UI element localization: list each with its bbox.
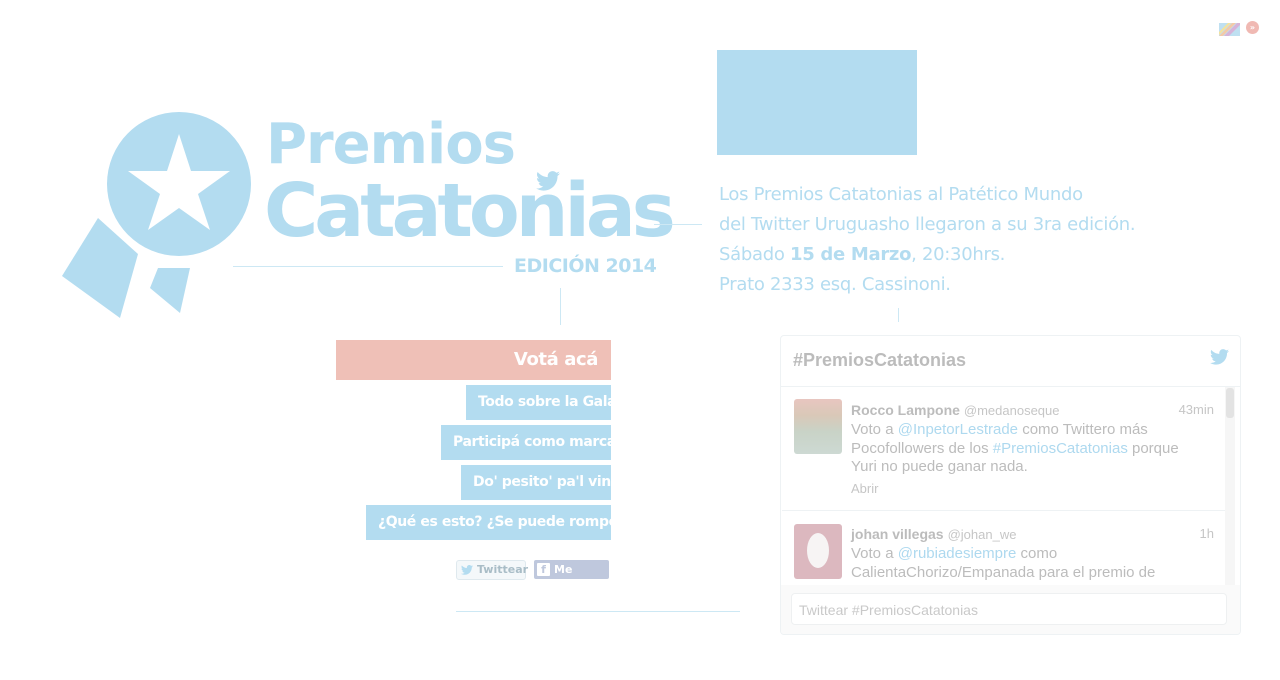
next-icon[interactable]: » (1246, 21, 1259, 34)
like-button-label: Me gusta (554, 563, 589, 595)
tweet-author[interactable]: Rocco Lampone @medanoseque (851, 402, 1060, 418)
author-handle[interactable]: @johan_we (948, 527, 1017, 542)
hashtag-link[interactable]: #PremiosCatatonias (993, 440, 1128, 457)
twitter-bird-icon (536, 171, 560, 191)
menu-item-about[interactable]: ¿Qué es esto? ¿Se puede romper? (366, 505, 632, 540)
tweet-text: Voto a @rubiadesiempre como CalientaChor… (851, 545, 1201, 582)
description-line: del Twitter Uruguasho llegaron a su 3ra … (719, 214, 1136, 235)
description-line: Los Premios Catatonias al Patético Mundo (719, 184, 1083, 205)
widget-footer: Twittear #PremiosCatatonias (781, 585, 1240, 634)
logo-edition-text: EDICIÓN 2014 (514, 255, 657, 277)
author-handle[interactable]: @medanoseque (964, 403, 1060, 418)
connector-line (898, 308, 899, 322)
vote-button[interactable]: Votá acá (336, 340, 611, 380)
tweet-button[interactable]: Twittear (456, 560, 529, 580)
menu-item-gala[interactable]: Todo sobre la Gala (466, 385, 617, 420)
twitter-widget: #PremiosCatatonias Rocco Lampone @medanos… (780, 335, 1241, 635)
author-name[interactable]: Rocco Lampone (851, 402, 960, 418)
menu-item-donate[interactable]: Do' pesito' pa'l vino (461, 465, 620, 500)
scrollbar-thumb[interactable] (1226, 388, 1234, 418)
widget-title[interactable]: #PremiosCatatonias (793, 350, 966, 371)
tweet: Rocco Lampone @medanoseque 43min Voto a @… (782, 387, 1226, 511)
description-date-line: Sábado 15 de Marzo, 20:30hrs. (719, 240, 1135, 270)
tweet-button-label: Twittear (477, 563, 529, 576)
connector-line (560, 288, 561, 325)
twitter-bird-icon[interactable] (1210, 349, 1229, 365)
scrollbar[interactable] (1225, 387, 1235, 585)
tweet: johan villegas @johan_we 1h Voto a @rubia… (782, 511, 1226, 585)
description-text: , 20:30hrs. (911, 244, 1006, 265)
facebook-icon: f (537, 563, 550, 576)
connector-line (654, 224, 702, 225)
banner-image (717, 50, 917, 155)
mention-link[interactable]: @rubiadesiempre (898, 545, 1017, 562)
widget-header: #PremiosCatatonias (781, 336, 1240, 387)
footer-divider (456, 611, 740, 612)
twitter-bird-icon (461, 565, 473, 575)
event-date: 15 de Marzo (789, 244, 912, 265)
logo-catatonias-text: Catatonias (264, 168, 676, 254)
tweet-text-part: Voto a (851, 421, 898, 438)
description-address: Prato 2333 esq. Cassinoni. (719, 274, 951, 295)
avatar[interactable] (794, 399, 842, 454)
event-description: Los Premios Catatonias al Patético Mundo… (719, 180, 1136, 300)
tweet-author[interactable]: johan villegas @johan_we (851, 526, 1016, 542)
tweet-timeline[interactable]: Rocco Lampone @medanoseque 43min Voto a @… (782, 387, 1238, 585)
avatar[interactable] (794, 524, 842, 579)
description-text: Sábado (719, 244, 790, 265)
open-tweet-link[interactable]: Abrir (851, 481, 878, 496)
facebook-like-button[interactable]: f Me gusta (534, 560, 609, 595)
tweet-time[interactable]: 1h (1200, 526, 1214, 541)
egg-avatar-icon (807, 533, 829, 568)
menu-item-brand[interactable]: Participá como marca (441, 425, 616, 460)
flag-icon[interactable] (1219, 21, 1240, 36)
mention-link[interactable]: @InpetorLestrade (898, 421, 1018, 438)
tweet-time[interactable]: 43min (1179, 402, 1214, 417)
tweet-text: Voto a @InpetorLestrade como Twittero má… (851, 421, 1201, 477)
tweet-text-part: Voto a (851, 545, 898, 562)
author-name[interactable]: johan villegas (851, 526, 944, 542)
logo-divider (233, 266, 503, 267)
award-badge-icon (60, 108, 260, 323)
tweet-compose-input[interactable]: Twittear #PremiosCatatonias (791, 593, 1227, 625)
